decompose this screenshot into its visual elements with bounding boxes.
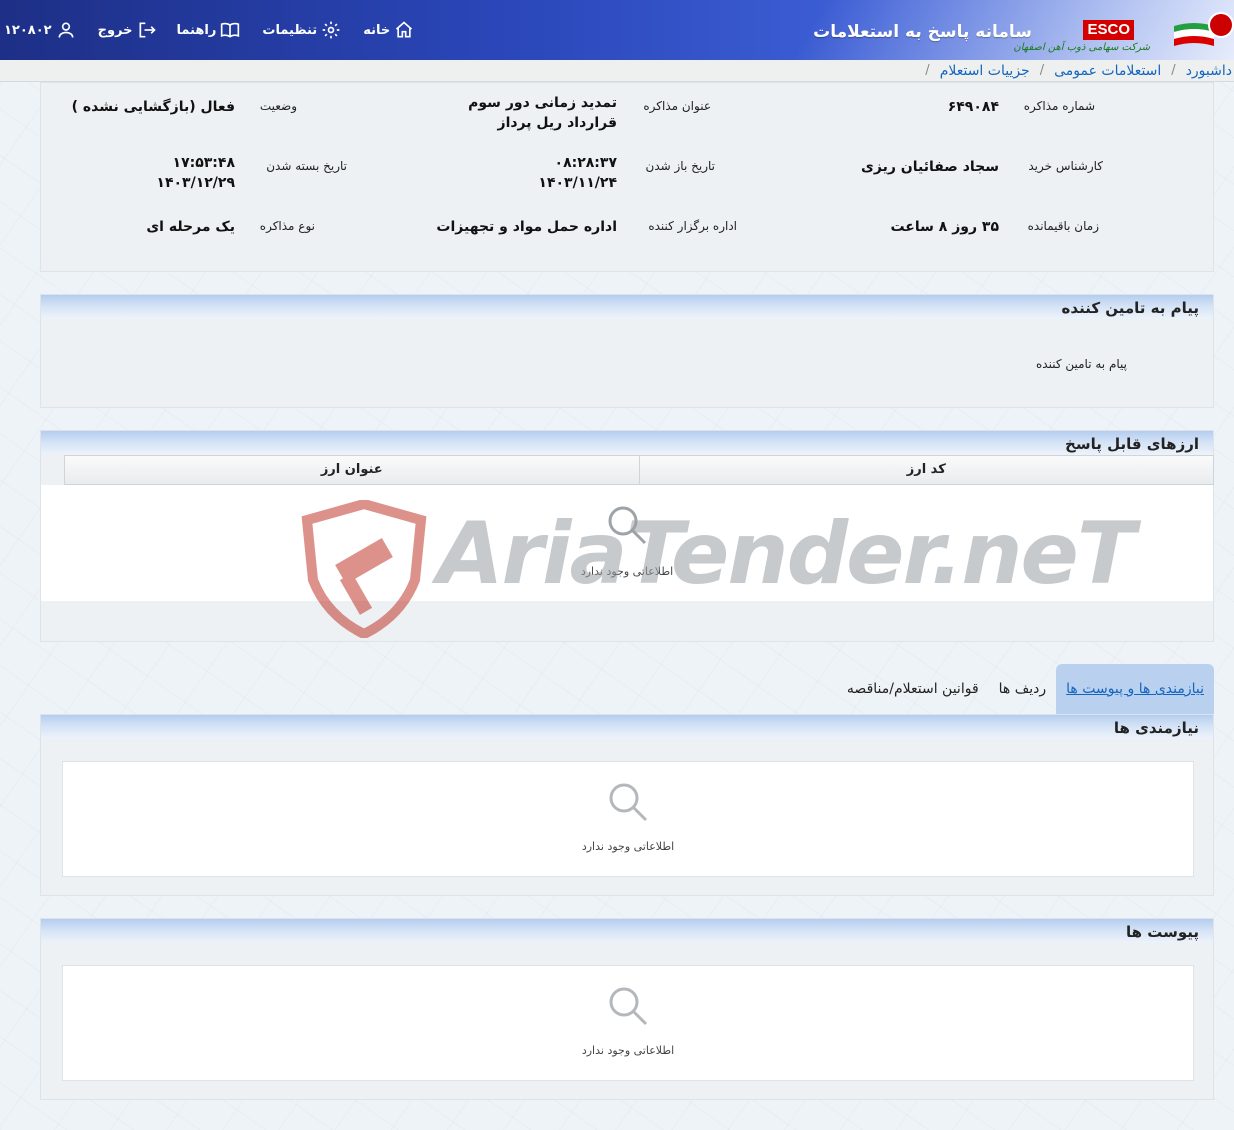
currencies-panel: ارزهای قابل پاسخ کد ارز عنوان ارز اطلاعا… — [40, 430, 1214, 642]
breadcrumb-separator: / — [1171, 63, 1176, 78]
app-title: سامانه پاسخ به استعلامات — [813, 22, 1032, 42]
home-icon — [396, 21, 413, 38]
search-icon — [609, 987, 648, 1026]
empty-state-text: اطلاعاتی وجود ندارد — [581, 840, 675, 853]
logout-link[interactable]: خروج — [98, 20, 157, 40]
logout-icon — [139, 22, 156, 38]
negotiation-number: ۶۴۹۰۸۴ — [947, 99, 999, 115]
breadcrumb-separator: / — [1039, 63, 1045, 78]
status-value: فعال (بازگشایی نشده ) — [71, 99, 235, 115]
title-line-1: تمدید زمانی دور سوم — [468, 95, 617, 111]
requirements-heading: نیازمندی ها — [41, 715, 1213, 739]
guide-link[interactable]: راهنما — [177, 20, 241, 40]
organizer-label: اداره برگزار کننده — [648, 219, 737, 233]
tab-bar: نیازمندی ها و پیوست ها ردیف ها قوانین اس… — [837, 664, 1214, 714]
buyer-value: سجاد صفائیان ریزی — [861, 159, 999, 175]
brand-code: ESCO — [1083, 20, 1134, 40]
settings-link[interactable]: تنظیمات — [262, 20, 341, 40]
top-links: ۱۲۰۸۰۲ خروج راهنما تنظیمات خانه — [0, 0, 426, 60]
user-id: ۱۲۰۸۰۲ — [4, 22, 52, 38]
status-label: وضعیت — [259, 99, 297, 113]
home-link[interactable]: خانه — [363, 20, 414, 40]
remaining-time-label: زمان باقیمانده — [1027, 219, 1099, 233]
close-time: ۱۷:۵۳:۴۸ — [172, 155, 235, 171]
open-date-label: تاریخ باز شدن — [645, 159, 715, 173]
home-label: خانه — [363, 22, 391, 38]
empty-state-text: اطلاعاتی وجود ندارد — [581, 1044, 675, 1057]
breadcrumb: داشبورد / استعلامات عمومی / جزییات استعل… — [0, 60, 1234, 82]
requirements-empty-box: اطلاعاتی وجود ندارد — [62, 761, 1194, 877]
currencies-table-header: کد ارز عنوان ارز — [64, 455, 1214, 485]
negotiation-type-label: نوع مذاکره — [259, 219, 315, 233]
organizer-value: اداره حمل مواد و تجهیزات — [436, 219, 617, 235]
settings-label: تنظیمات — [262, 22, 318, 38]
attachments-empty-box: اطلاعاتی وجود ندارد — [62, 965, 1194, 1081]
negotiation-number-label: شماره مذاکره — [1023, 99, 1095, 113]
brand-name: شرکت سهامی ذوب آهن اصفهان — [1013, 42, 1150, 53]
breadcrumb-public-inquiries[interactable]: استعلامات عمومی — [1054, 63, 1161, 79]
search-icon — [609, 783, 648, 822]
open-time: ۰۸:۲۸:۳۷ — [554, 155, 617, 171]
attachments-heading: پیوست ها — [41, 919, 1213, 943]
breadcrumb-inquiry-details[interactable]: جزییات استعلام — [940, 63, 1030, 79]
company-emblem-icon — [1208, 12, 1234, 38]
supplier-message-panel: پیام به تامین کننده پیام به تامین کننده — [40, 294, 1214, 408]
column-currency-title[interactable]: عنوان ارز — [65, 456, 639, 484]
user-account-link[interactable]: ۱۲۰۸۰۲ — [4, 20, 76, 40]
buyer-label: کارشناس خرید — [1028, 159, 1103, 173]
title-label: عنوان مذاکره — [643, 99, 711, 113]
book-icon — [221, 22, 240, 38]
requirements-panel: نیازمندی ها اطلاعاتی وجود ندارد — [40, 714, 1214, 896]
brand-logo: ESCO شرکت سهامی ذوب آهن اصفهان — [1013, 6, 1234, 58]
currencies-table-body: اطلاعاتی وجود ندارد — [41, 485, 1213, 601]
empty-state-text: اطلاعاتی وجود ندارد — [580, 565, 674, 578]
breadcrumb-separator: / — [925, 63, 930, 78]
close-date: ۱۴۰۳/۱۲/۲۹ — [156, 175, 235, 191]
tab-rows[interactable]: ردیف ها — [989, 664, 1056, 714]
supplier-message-heading: پیام به تامین کننده — [41, 295, 1213, 319]
remaining-time: ۳۵ روز ۸ ساعت — [890, 219, 999, 235]
breadcrumb-dashboard[interactable]: داشبورد — [1186, 63, 1232, 79]
top-navigation-bar: ۱۲۰۸۰۲ خروج راهنما تنظیمات خانه سامانه پ… — [0, 0, 1234, 60]
search-icon — [608, 506, 647, 545]
currencies-heading: ارزهای قابل پاسخ — [41, 431, 1213, 455]
attachments-panel: پیوست ها اطلاعاتی وجود ندارد — [40, 918, 1214, 1100]
close-date-label: تاریخ بسته شدن — [266, 159, 347, 173]
guide-label: راهنما — [176, 22, 217, 38]
logout-label: خروج — [97, 22, 133, 38]
title-line-2: قرارداد ریل پرداز — [497, 115, 617, 131]
user-icon — [58, 22, 74, 38]
open-date: ۱۴۰۳/۱۱/۲۴ — [538, 175, 617, 191]
supplier-message-label: پیام به تامین کننده — [1036, 357, 1127, 371]
inquiry-info-panel: شماره مذاکره ۶۴۹۰۸۴ عنوان مذاکره تمدید ز… — [40, 82, 1214, 272]
tab-requirements-attachments[interactable]: نیازمندی ها و پیوست ها — [1056, 664, 1214, 714]
negotiation-type: یک مرحله ای — [146, 219, 235, 235]
gear-icon — [322, 21, 340, 39]
tab-inquiry-rules[interactable]: قوانین استعلام/مناقصه — [837, 664, 989, 714]
column-currency-code[interactable]: کد ارز — [638, 456, 1214, 484]
